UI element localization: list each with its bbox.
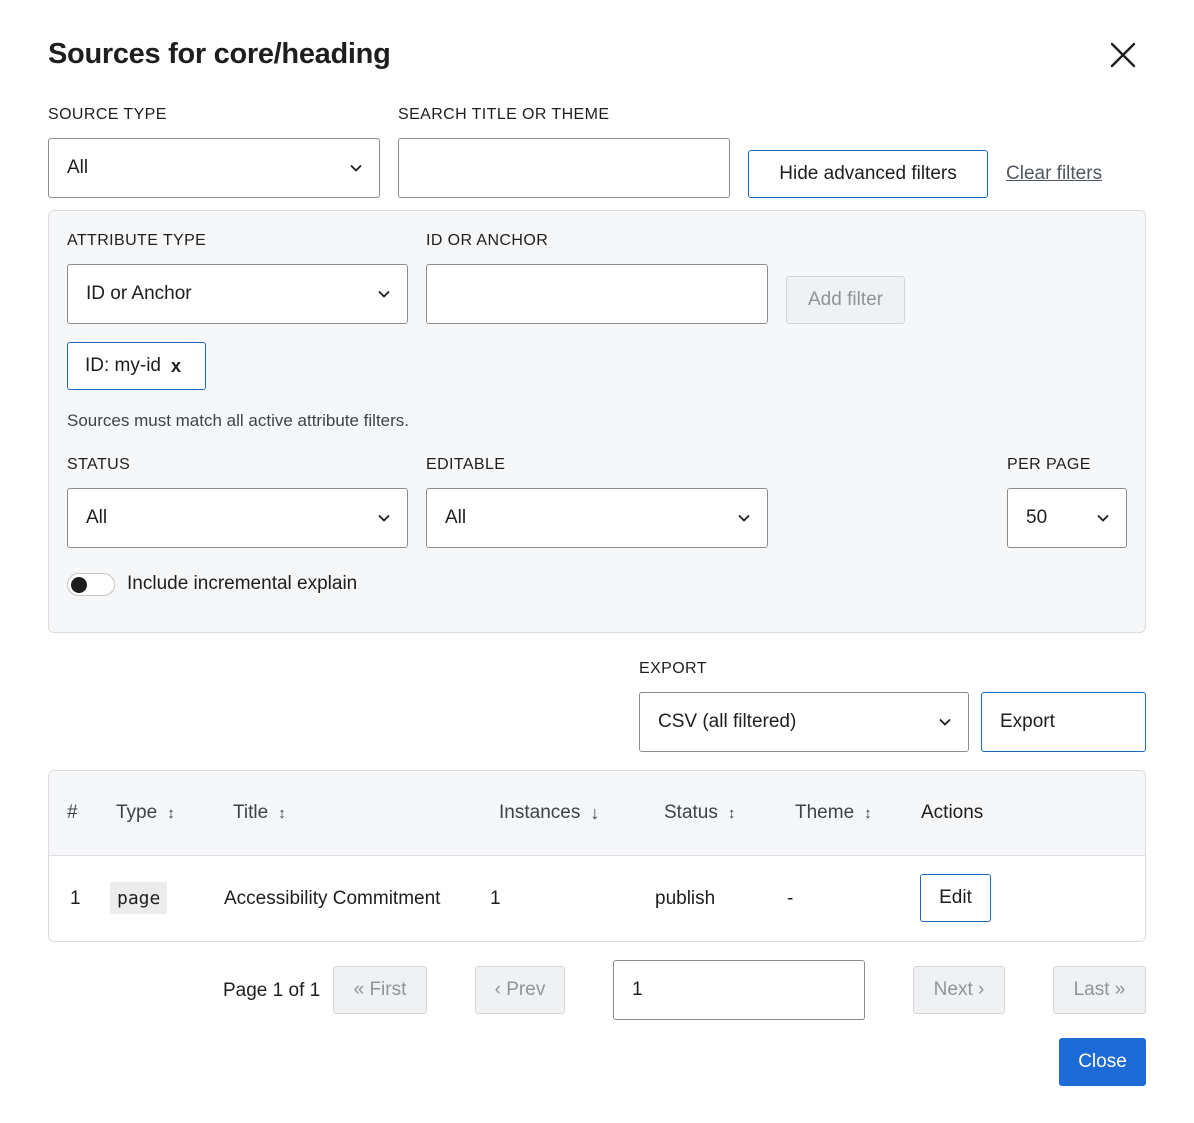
column-header-theme[interactable]: Theme ↕ bbox=[795, 802, 872, 824]
attribute-type-select[interactable]: ID or Anchor bbox=[67, 264, 408, 324]
cell-num: 1 bbox=[70, 888, 81, 909]
table-header: # Type ↕ Title ↕ Instances ↓ Status ↕ Theme ↕… bbox=[49, 771, 1145, 856]
remove-filter-button[interactable]: x bbox=[171, 356, 181, 377]
per-page-label: PER PAGE bbox=[1007, 456, 1091, 473]
editable-label: EDITABLE bbox=[426, 456, 506, 473]
cell-instances: 1 bbox=[490, 888, 501, 909]
search-input[interactable] bbox=[398, 138, 730, 198]
sort-icon: ↕ bbox=[278, 804, 286, 822]
source-type-label: SOURCE TYPE bbox=[48, 106, 167, 123]
filter-hint: Sources must match all active attribute … bbox=[67, 411, 410, 430]
add-filter-button[interactable]: Add filter bbox=[786, 276, 905, 324]
close-icon[interactable] bbox=[1106, 38, 1140, 72]
toggle-knob bbox=[71, 577, 87, 593]
editable-value: All bbox=[445, 507, 467, 528]
sort-icon: ↕ bbox=[864, 804, 872, 822]
chevron-down-icon bbox=[378, 290, 390, 298]
attribute-type-label: ATTRIBUTE TYPE bbox=[67, 232, 207, 249]
export-button[interactable]: Export bbox=[981, 692, 1146, 752]
cell-type-badge: page bbox=[110, 882, 168, 914]
column-header-num: # bbox=[67, 802, 78, 823]
cell-status: publish bbox=[655, 888, 716, 909]
column-header-type[interactable]: Type ↕ bbox=[116, 802, 175, 824]
prev-page-button[interactable]: ‹ Prev bbox=[475, 966, 565, 1014]
export-format-select[interactable]: CSV (all filtered) bbox=[639, 692, 969, 752]
incremental-explain-label: Include incremental explain bbox=[127, 573, 358, 594]
active-filter-chip-label: ID: my-id bbox=[85, 355, 161, 376]
hide-advanced-filters-button[interactable]: Hide advanced filters bbox=[748, 150, 988, 198]
column-header-instances[interactable]: Instances ↓ bbox=[499, 802, 599, 824]
export-label: EXPORT bbox=[639, 660, 707, 677]
incremental-explain-toggle[interactable] bbox=[67, 573, 115, 596]
attribute-type-value: ID or Anchor bbox=[86, 283, 192, 304]
cell-theme: - bbox=[787, 888, 794, 909]
dialog-title: Sources for core/heading bbox=[48, 38, 391, 70]
chevron-down-icon bbox=[350, 164, 362, 172]
id-or-anchor-label: ID OR ANCHOR bbox=[426, 232, 549, 249]
chevron-down-icon bbox=[1097, 514, 1109, 522]
edit-button[interactable]: Edit bbox=[920, 874, 991, 922]
status-value: All bbox=[86, 507, 108, 528]
chevron-down-icon bbox=[738, 514, 750, 522]
search-label: SEARCH TITLE OR THEME bbox=[398, 106, 610, 123]
close-button[interactable]: Close bbox=[1059, 1038, 1146, 1086]
export-format-value: CSV (all filtered) bbox=[658, 711, 797, 732]
status-select[interactable]: All bbox=[67, 488, 408, 548]
per-page-value: 50 bbox=[1026, 507, 1048, 528]
source-type-select[interactable]: All bbox=[48, 138, 380, 198]
page-number-input[interactable]: 1 bbox=[613, 960, 865, 1020]
last-page-button[interactable]: Last » bbox=[1053, 966, 1146, 1014]
source-type-value: All bbox=[67, 157, 89, 178]
column-header-title[interactable]: Title ↕ bbox=[233, 802, 286, 824]
next-page-button[interactable]: Next › bbox=[913, 966, 1005, 1014]
sort-descending-icon: ↓ bbox=[590, 802, 600, 823]
sort-icon: ↕ bbox=[167, 804, 175, 822]
column-header-status[interactable]: Status ↕ bbox=[664, 802, 735, 824]
cell-title: Accessibility Commitment bbox=[224, 888, 441, 909]
id-or-anchor-input[interactable] bbox=[426, 264, 768, 324]
status-label: STATUS bbox=[67, 456, 131, 473]
per-page-select[interactable]: 50 bbox=[1007, 488, 1127, 548]
editable-select[interactable]: All bbox=[426, 488, 768, 548]
chevron-down-icon bbox=[939, 718, 951, 726]
sources-table: # Type ↕ Title ↕ Instances ↓ Status ↕ Theme ↕… bbox=[48, 770, 1146, 942]
page-info: Page 1 of 1 bbox=[223, 980, 321, 1001]
active-filter-chip: ID: my-id x bbox=[67, 342, 206, 390]
first-page-button[interactable]: « First bbox=[333, 966, 427, 1014]
clear-filters-link[interactable]: Clear filters bbox=[1006, 163, 1102, 185]
column-header-actions: Actions bbox=[921, 802, 984, 823]
chevron-down-icon bbox=[378, 514, 390, 522]
sort-icon: ↕ bbox=[727, 804, 736, 822]
